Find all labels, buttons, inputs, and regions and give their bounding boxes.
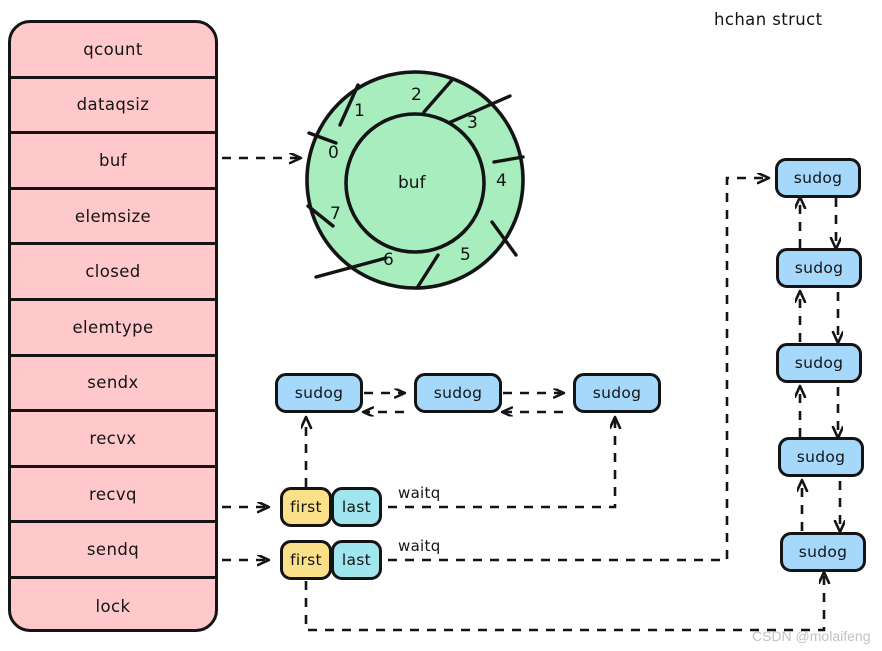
recvq-last-label: last [341, 498, 372, 516]
struct-field-label: closed [85, 262, 141, 282]
recvq-first-label: first [290, 498, 322, 516]
struct-field-label: elemtype [72, 317, 154, 337]
sendq-first-label: first [290, 551, 322, 569]
sendq-first-box[interactable]: first [280, 540, 332, 580]
sudog-label: sudog [433, 384, 483, 402]
sudog-label: sudog [793, 169, 843, 187]
sendq-last-label: last [341, 551, 372, 569]
sendq-sudog-2[interactable]: sudog [776, 248, 862, 288]
hchan-struct-field-list: qcount dataqsiz buf elemsize closed elem… [8, 20, 218, 632]
sudog-label: sudog [796, 448, 846, 466]
struct-field-label: recvq [89, 484, 137, 504]
struct-field-label: buf [99, 150, 127, 170]
struct-field-buf[interactable]: buf [11, 134, 215, 190]
sudog-label: sudog [794, 354, 844, 372]
struct-field-sendx[interactable]: sendx [11, 357, 215, 413]
struct-field-label: sendq [86, 540, 140, 560]
connector-sendq-first-to-sudog-bottom [304, 573, 824, 632]
sudog-label: sudog [592, 384, 642, 402]
recvq-sudog-3[interactable]: sudog [573, 373, 661, 413]
sudog-label: sudog [798, 543, 848, 561]
struct-field-label: elemsize [74, 206, 152, 226]
sendq-sudog-3[interactable]: sudog [776, 343, 862, 383]
struct-field-dataqsiz[interactable]: dataqsiz [11, 79, 215, 135]
struct-field-label: dataqsiz [76, 95, 150, 115]
circular-buffer-graphic [305, 70, 525, 290]
struct-field-qcount[interactable]: qcount [11, 23, 215, 79]
struct-field-sendq[interactable]: sendq [11, 523, 215, 579]
struct-field-elemsize[interactable]: elemsize [11, 190, 215, 246]
sendq-sudog-4[interactable]: sudog [778, 437, 864, 477]
struct-field-lock[interactable]: lock [11, 579, 215, 629]
recvq-last-box[interactable]: last [331, 487, 382, 527]
struct-field-label: recvx [89, 428, 137, 448]
struct-field-recvx[interactable]: recvx [11, 412, 215, 468]
struct-field-label: lock [95, 597, 131, 617]
sendq-sudog-1[interactable]: sudog [775, 158, 861, 198]
struct-field-label: qcount [83, 39, 143, 59]
sudog-label: sudog [794, 259, 844, 277]
struct-field-recvq[interactable]: recvq [11, 468, 215, 524]
watermark: CSDN @molaifeng [752, 628, 871, 644]
recvq-sudog-1[interactable]: sudog [275, 373, 363, 413]
struct-field-closed[interactable]: closed [11, 245, 215, 301]
sendq-last-box[interactable]: last [331, 540, 382, 580]
sendq-sudog-5[interactable]: sudog [780, 532, 866, 572]
connector-recvq-waitq-to-sudog3 [388, 418, 615, 509]
sudog-label: sudog [294, 384, 344, 402]
struct-field-elemtype[interactable]: elemtype [11, 301, 215, 357]
recvq-first-box[interactable]: first [280, 487, 332, 527]
struct-field-label: sendx [87, 373, 139, 393]
recvq-sudog-2[interactable]: sudog [414, 373, 502, 413]
